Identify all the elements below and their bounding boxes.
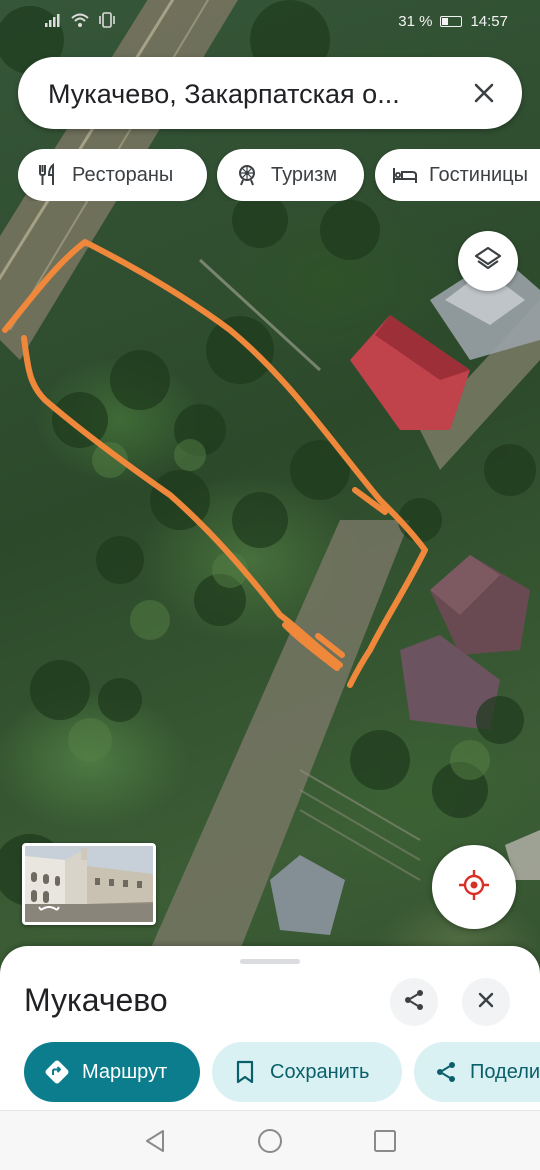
status-bar: 31 % 14:57 [0, 0, 540, 46]
home-icon[interactable] [256, 1127, 284, 1155]
share-icon [402, 988, 426, 1017]
status-icons [44, 12, 116, 34]
route-button[interactable]: Маршрут [24, 1042, 200, 1102]
share-place-button[interactable]: Подели [414, 1042, 540, 1102]
category-chips: Рестораны Туризм Гостиницы [18, 149, 540, 201]
street-view-image [25, 846, 153, 922]
save-label: Сохранить [270, 1060, 370, 1083]
hotel-icon [391, 161, 419, 189]
share-label: Подели [470, 1060, 540, 1083]
my-location-icon [457, 868, 491, 907]
search-query[interactable]: Мукачево, Закарпатская о... [48, 79, 438, 110]
chip-restaurants[interactable]: Рестораны [18, 149, 207, 201]
street-view-thumbnail[interactable] [22, 843, 156, 925]
place-title: Мукачево [24, 982, 168, 1018]
vibrate-icon [98, 12, 116, 34]
restaurant-icon [34, 161, 62, 189]
route-label: Маршрут [82, 1060, 168, 1083]
my-location-button[interactable] [432, 845, 516, 929]
back-icon[interactable] [141, 1127, 169, 1155]
signal-icon [44, 12, 62, 34]
tourism-icon [233, 161, 261, 189]
close-icon [476, 990, 496, 1015]
layers-button[interactable] [458, 231, 518, 291]
share-icon [434, 1059, 458, 1085]
battery-percent: 31 % [398, 13, 433, 30]
drag-handle[interactable] [240, 959, 300, 964]
system-nav-bar [0, 1110, 540, 1170]
clock: 14:57 [470, 13, 508, 30]
close-icon[interactable] [468, 77, 500, 109]
battery-icon [440, 16, 463, 27]
chip-label: Туризм [271, 163, 338, 186]
layers-icon [473, 244, 503, 279]
bookmark-icon [232, 1059, 258, 1085]
search-bar[interactable]: Мукачево, Закарпатская о... [18, 57, 522, 129]
directions-icon [44, 1059, 70, 1085]
share-button[interactable] [390, 978, 438, 1026]
wifi-icon [70, 12, 90, 34]
place-sheet[interactable]: Мукачево Маршрут Сохранить Подели [0, 946, 540, 1110]
save-button[interactable]: Сохранить [212, 1042, 402, 1102]
close-sheet-button[interactable] [462, 978, 510, 1026]
recents-icon[interactable] [371, 1127, 399, 1155]
chip-hotels[interactable]: Гостиницы [375, 149, 540, 201]
status-right: 31 % 14:57 [398, 13, 508, 30]
chip-label: Гостиницы [429, 163, 528, 186]
chip-tourism[interactable]: Туризм [217, 149, 364, 201]
chip-label: Рестораны [72, 163, 174, 186]
